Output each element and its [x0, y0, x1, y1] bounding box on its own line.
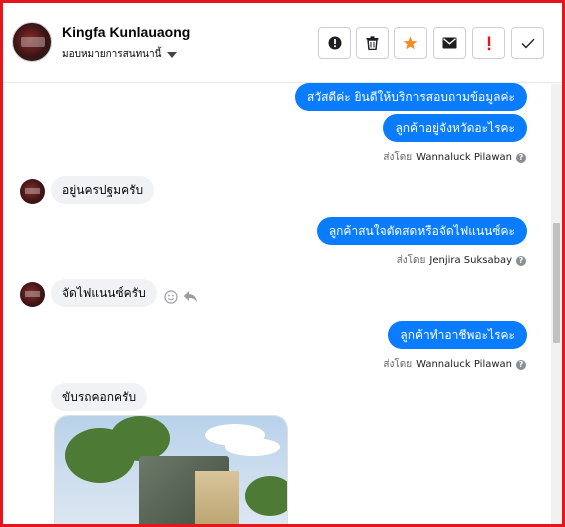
outgoing-message[interactable]: ลูกค้าสนใจตัดสดหรือจัดไฟแนนซ์คะ	[316, 217, 527, 245]
message-thread: สวัสดีค่ะ ยินดีให้บริการสอบถามข้อมูลค่ะ …	[3, 83, 550, 524]
window-frame: Kingfa Kunlauaong มอบหมายการสนทนานี้ สวั…	[0, 0, 565, 527]
reply-icon[interactable]	[183, 290, 198, 303]
star-button[interactable]	[394, 27, 427, 59]
check-icon	[521, 38, 535, 48]
attached-photo[interactable]	[54, 415, 288, 524]
agent-name: Wannaluck Pilawan	[416, 359, 512, 370]
outgoing-message[interactable]: ลูกค้าทำอาชีพอะไรคะ	[388, 321, 527, 349]
exclamation-circle-icon	[328, 36, 341, 50]
outgoing-message[interactable]: สวัสดีค่ะ ยินดีให้บริการสอบถามข้อมูลค่ะ	[295, 83, 527, 111]
spam-button[interactable]	[472, 27, 505, 59]
message-text: อยู่นครปฐมครับ	[62, 182, 144, 197]
message-text: จัดไฟแนนซ์ครับ	[62, 285, 146, 300]
help-icon[interactable]: ?	[516, 359, 526, 370]
scrollbar-thumb[interactable]	[553, 223, 560, 343]
agent-name: Wannaluck Pilawan	[416, 152, 512, 163]
contact-name[interactable]: Kingfa Kunlauaong	[62, 24, 190, 40]
message-text: ลูกค้าสนใจตัดสดหรือจัดไฟแนนซ์คะ	[328, 223, 515, 238]
help-icon[interactable]: ?	[516, 255, 526, 266]
incoming-message[interactable]: ขับรถคอกครับ	[51, 383, 148, 411]
sent-by-prefix: ส่งโดย	[383, 152, 413, 163]
envelope-icon	[442, 37, 457, 49]
sent-by-label: ส่งโดย Wannaluck Pilawan ?	[383, 150, 526, 165]
star-icon	[403, 36, 418, 50]
sent-by-prefix: ส่งโดย	[396, 255, 426, 266]
trash-icon	[366, 36, 379, 50]
exclamation-icon	[487, 36, 490, 50]
message-actions	[164, 290, 198, 304]
incoming-message[interactable]: จัดไฟแนนซ์ครับ	[51, 279, 157, 307]
assign-label: มอบหมายการสนทนานี้	[62, 49, 162, 60]
done-button[interactable]	[511, 27, 544, 59]
sent-by-label: ส่งโดย Jenjira Suksabay ?	[397, 253, 526, 268]
smile-icon[interactable]	[164, 290, 178, 304]
sent-by-prefix: ส่งโดย	[383, 359, 413, 370]
message-text: ลูกค้าอยู่จังหวัดอะไรคะ	[395, 120, 515, 135]
conversation-header: Kingfa Kunlauaong มอบหมายการสนทนานี้	[3, 3, 562, 83]
delete-button[interactable]	[356, 27, 389, 59]
contact-avatar[interactable]	[12, 22, 52, 62]
alert-button[interactable]	[318, 27, 351, 59]
message-text: ลูกค้าทำอาชีพอะไรคะ	[400, 327, 515, 342]
chevron-down-icon	[167, 51, 178, 58]
message-text: ขับรถคอกครับ	[62, 389, 137, 404]
message-text: สวัสดีค่ะ ยินดีให้บริการสอบถามข้อมูลค่ะ	[307, 89, 515, 104]
sent-by-label: ส่งโดย Wannaluck Pilawan ?	[383, 357, 526, 372]
incoming-message[interactable]: อยู่นครปฐมครับ	[51, 176, 155, 204]
email-button[interactable]	[433, 27, 466, 59]
assign-conversation-dropdown[interactable]: มอบหมายการสนทนานี้	[62, 47, 178, 62]
chat-scrollbar[interactable]	[551, 84, 562, 524]
contact-avatar-small[interactable]	[20, 282, 45, 307]
outgoing-message[interactable]: ลูกค้าอยู่จังหวัดอะไรคะ	[383, 114, 527, 142]
contact-avatar-small[interactable]	[20, 179, 45, 204]
agent-name: Jenjira Suksabay	[429, 255, 512, 266]
help-icon[interactable]: ?	[516, 152, 526, 163]
